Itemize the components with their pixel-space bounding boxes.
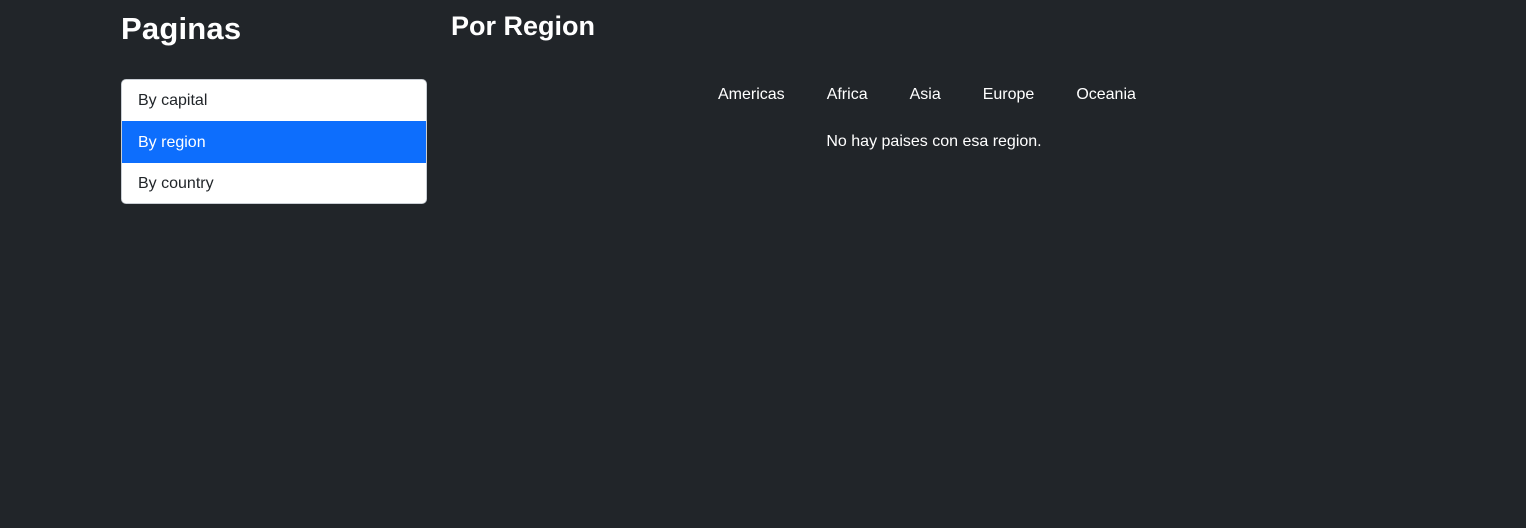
nav-item-by-capital[interactable]: By capital	[122, 80, 426, 121]
nav-list: By capital By region By country	[121, 79, 427, 204]
page-title: Por Region	[451, 11, 596, 41]
nav-item-by-region[interactable]: By region	[122, 121, 426, 162]
region-button-oceania[interactable]: Oceania	[1055, 84, 1157, 106]
page: Paginas By capital By region By country …	[0, 0, 1526, 528]
region-button-europe[interactable]: Europe	[962, 84, 1056, 106]
empty-results-message: No hay paises con esa region.	[826, 133, 1042, 150]
region-button-asia[interactable]: Asia	[889, 84, 962, 106]
region-button-americas[interactable]: Americas	[697, 84, 806, 106]
region-button-africa[interactable]: Africa	[806, 84, 889, 106]
main-content: Por Region Americas Africa Asia Europe O…	[451, 0, 1417, 150]
sidebar-title: Paginas	[121, 11, 242, 46]
sidebar: Paginas By capital By region By country	[121, 0, 427, 204]
nav-item-by-country[interactable]: By country	[122, 162, 426, 203]
region-button-group: Americas Africa Asia Europe Oceania	[697, 84, 1157, 106]
